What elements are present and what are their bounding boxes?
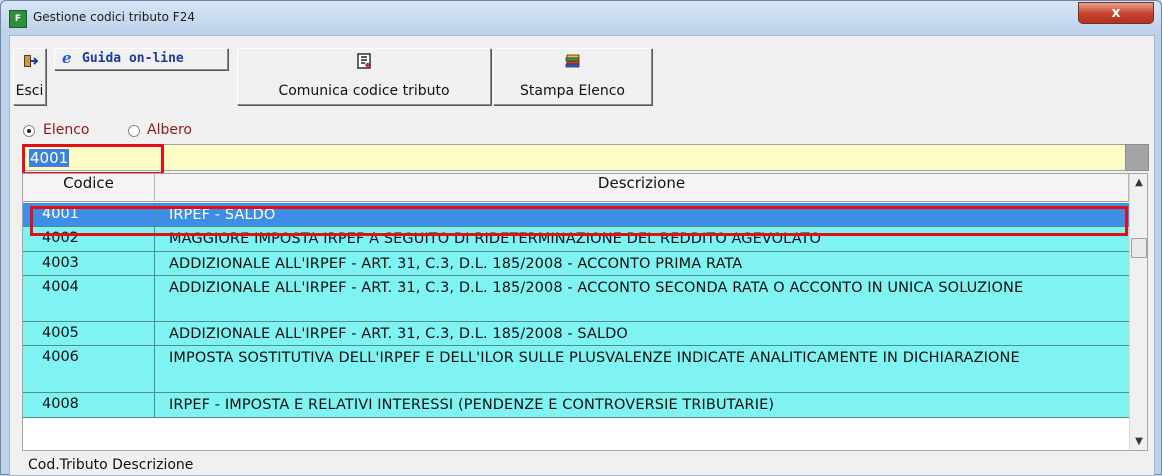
print-list-button[interactable]: Stampa Elenco <box>493 48 652 105</box>
cell-code: 4005 <box>23 322 155 345</box>
cell-code: 4008 <box>23 393 155 417</box>
table-vertical-scrollbar[interactable]: ▲ ▼ <box>1129 174 1147 450</box>
client-area: Esci e Guida on-line Comunica codice tri… <box>9 35 1155 476</box>
table-row[interactable]: 4008 IRPEF - IMPOSTA E RELATIVI INTERESS… <box>23 393 1129 418</box>
search-side-button[interactable] <box>1125 144 1149 171</box>
print-list-label: Stampa Elenco <box>520 83 625 99</box>
radio-elenco[interactable] <box>23 125 35 137</box>
exit-door-icon <box>23 55 38 67</box>
scroll-up-arrow-icon[interactable]: ▲ <box>1130 174 1147 191</box>
cell-code: 4006 <box>23 346 155 392</box>
search-field[interactable]: 4001 <box>22 144 1138 171</box>
selected-row-highlight-box <box>30 206 1128 236</box>
cell-description: IRPEF - IMPOSTA E RELATIVI INTERESSI (PE… <box>169 397 775 413</box>
radio-albero[interactable] <box>128 125 140 137</box>
radio-elenco-label[interactable]: Elenco <box>43 122 89 138</box>
radio-albero-label[interactable]: Albero <box>147 122 192 138</box>
cell-code: 4003 <box>23 252 155 275</box>
window-title: Gestione codici tributo F24 <box>33 10 195 24</box>
table-row[interactable]: 4004 ADDIZIONALE ALL'IRPEF - ART. 31, C.… <box>23 276 1129 322</box>
exit-label: Esci <box>15 83 44 99</box>
communicate-label: Comunica codice tributo <box>278 83 450 99</box>
exit-button[interactable]: Esci <box>13 48 46 105</box>
cell-description: ADDIZIONALE ALL'IRPEF - ART. 31, C.3, D.… <box>169 280 1024 296</box>
title-bar[interactable]: F Gestione codici tributo F24 x <box>1 1 1161 35</box>
table-row[interactable]: 4006 IMPOSTA SOSTITUTIVA DELL'IRPEF E DE… <box>23 346 1129 393</box>
communicate-code-button[interactable]: Comunica codice tributo <box>237 48 491 105</box>
internet-explorer-icon: e <box>62 49 72 67</box>
books-stack-icon <box>565 54 579 68</box>
column-header-codice[interactable]: Codice <box>23 174 155 202</box>
cell-description: ADDIZIONALE ALL'IRPEF - ART. 31, C.3, D.… <box>169 256 743 272</box>
communicate-icon <box>357 53 371 69</box>
table-row[interactable]: 4003 ADDIZIONALE ALL'IRPEF - ART. 31, C.… <box>23 252 1129 276</box>
close-button[interactable]: x <box>1078 2 1154 24</box>
main-window: F Gestione codici tributo F24 x Esci e G… <box>0 0 1162 476</box>
table-row[interactable]: 4005 ADDIZIONALE ALL'IRPEF - ART. 31, C.… <box>23 322 1129 346</box>
footer-caption: Cod.Tributo Descrizione <box>28 457 194 473</box>
table-header: Codice Descrizione <box>23 174 1129 202</box>
column-header-descrizione[interactable]: Descrizione <box>155 174 1129 202</box>
online-guide-label: Guida on-line <box>82 51 184 66</box>
cell-description: ADDIZIONALE ALL'IRPEF - ART. 31, C.3, D.… <box>169 326 628 342</box>
online-guide-button[interactable]: e Guida on-line <box>54 48 228 70</box>
cell-code: 4004 <box>23 276 155 321</box>
scrollbar-thumb[interactable] <box>1131 238 1147 258</box>
scroll-down-arrow-icon[interactable]: ▼ <box>1130 433 1147 450</box>
cell-description: IMPOSTA SOSTITUTIVA DELL'IRPEF E DELL'IL… <box>169 350 1020 366</box>
search-highlight-box <box>22 144 164 175</box>
f24-app-icon: F <box>9 10 27 28</box>
